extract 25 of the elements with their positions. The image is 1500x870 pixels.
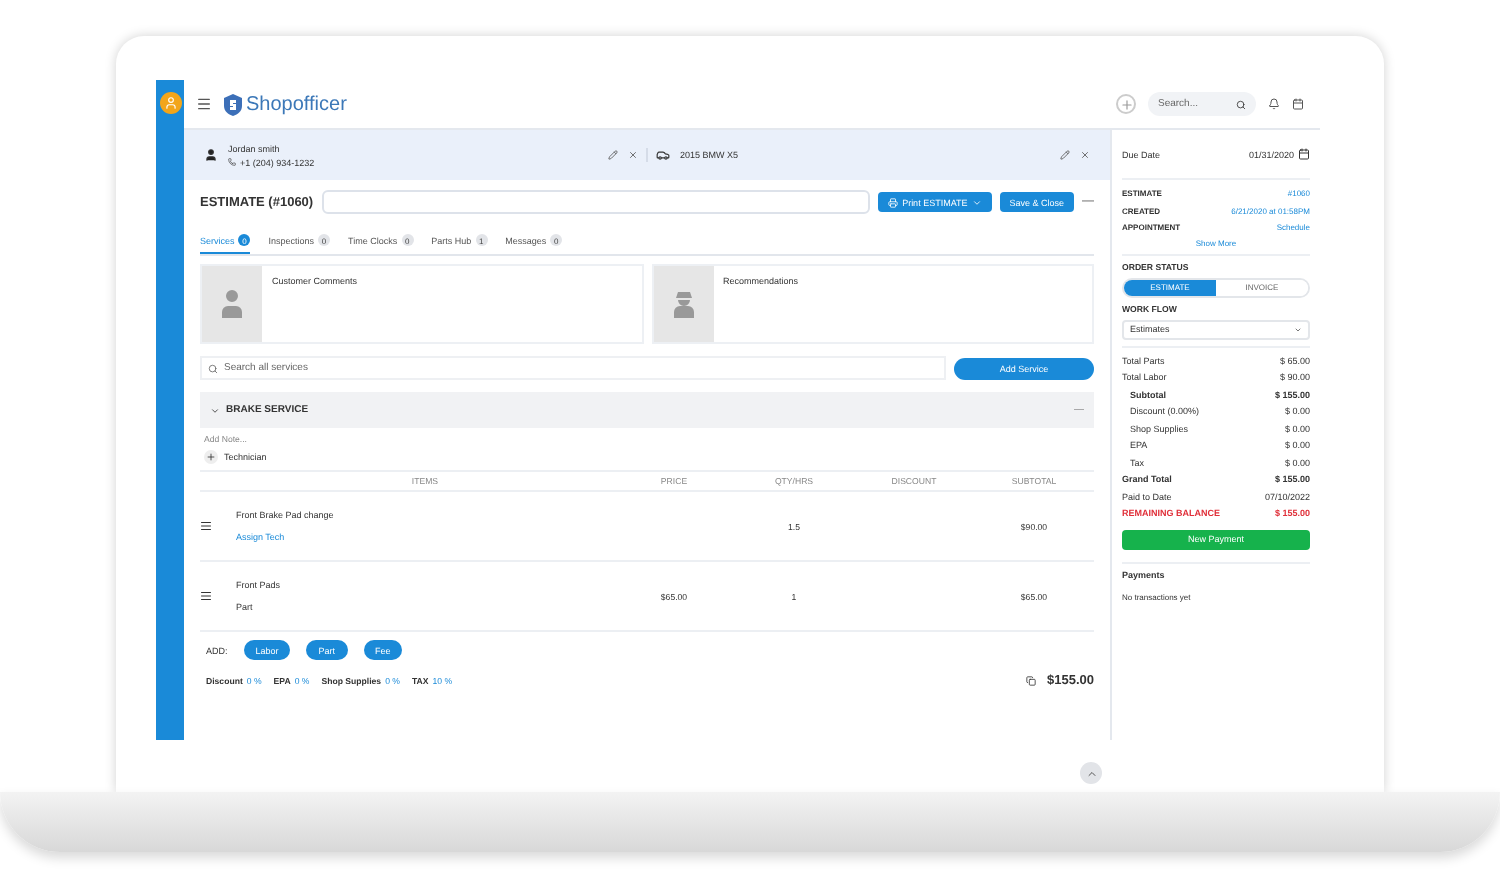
mechanic-avatar-icon xyxy=(653,266,713,342)
edit-icon[interactable] xyxy=(608,150,618,160)
search-icon[interactable] xyxy=(1236,99,1246,109)
search-icon xyxy=(208,363,218,373)
notification-bell-icon[interactable] xyxy=(1268,98,1280,110)
plus-icon xyxy=(206,452,216,462)
calendar-icon xyxy=(1298,148,1310,160)
car-icon xyxy=(656,148,670,162)
edit-icon[interactable] xyxy=(1060,150,1070,160)
caret-icon xyxy=(971,197,982,207)
shield-logo-icon xyxy=(224,93,242,115)
title-input-field[interactable] xyxy=(321,190,871,214)
logo-text: Shopofficer xyxy=(246,93,347,115)
printer-icon xyxy=(888,197,899,207)
drag-handle-icon xyxy=(200,520,212,532)
person-avatar-icon xyxy=(202,266,262,342)
person-icon xyxy=(204,148,218,162)
chevron-up-icon xyxy=(1085,767,1097,779)
avatar-icon[interactable] xyxy=(159,92,181,114)
menu-icon[interactable] xyxy=(196,96,212,112)
chevron-down-icon xyxy=(210,405,220,415)
phone-icon xyxy=(228,158,236,166)
copy-icon xyxy=(1025,675,1035,685)
calendar-icon[interactable] xyxy=(1292,98,1304,110)
drag-handle-icon xyxy=(200,590,212,602)
